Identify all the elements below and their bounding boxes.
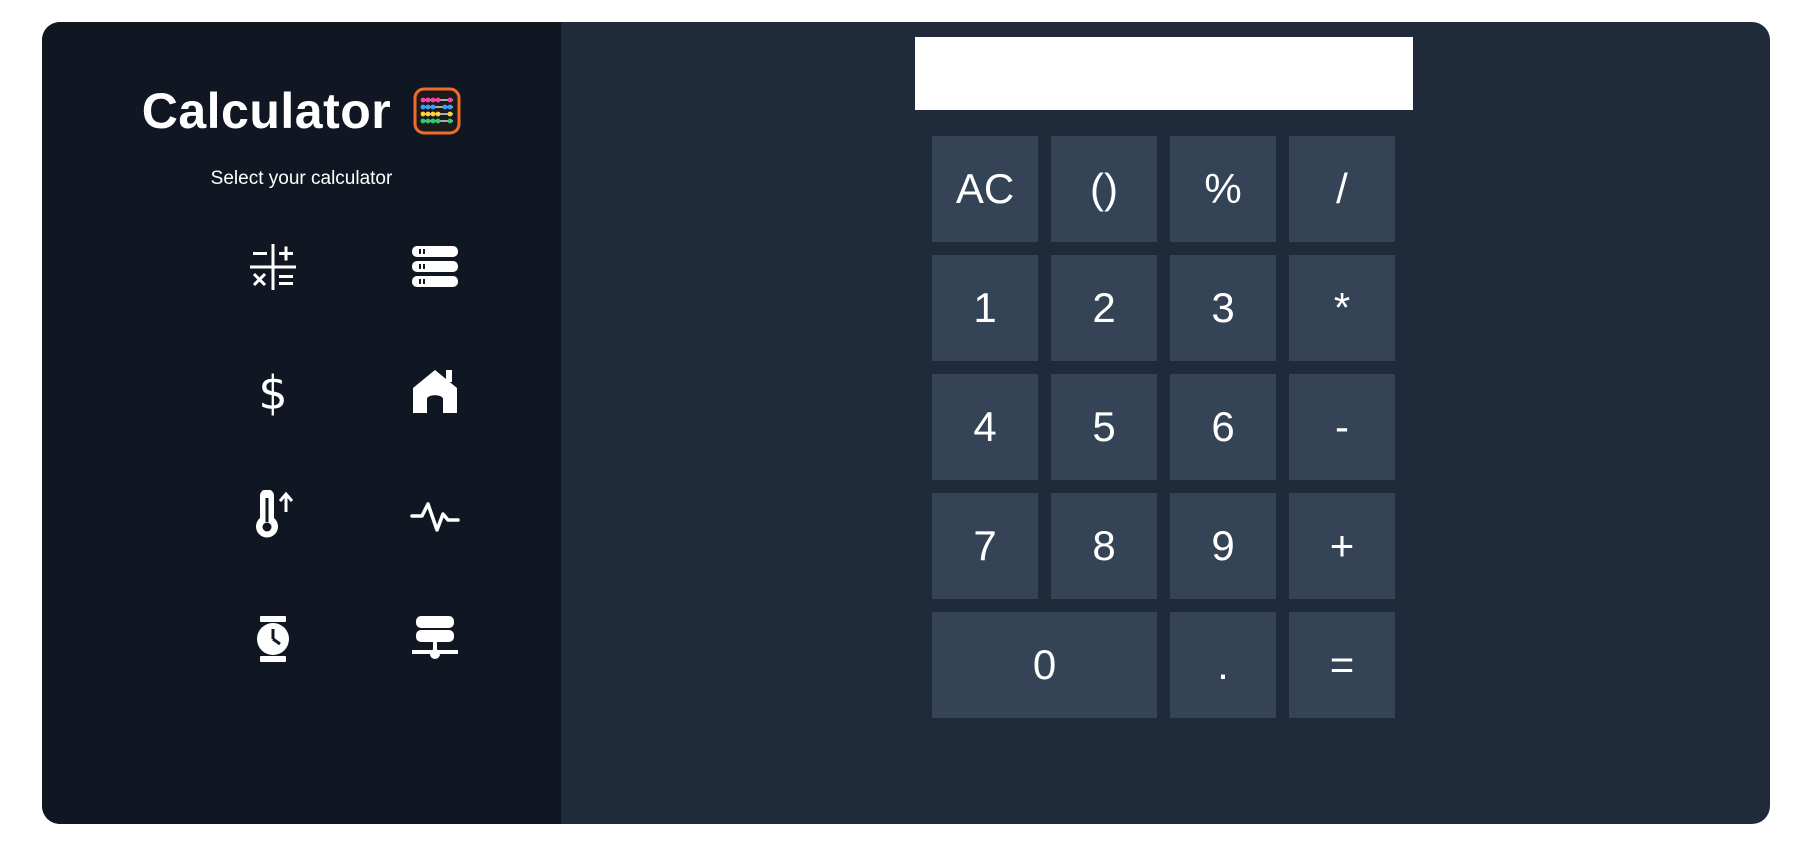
dollar-icon: $ xyxy=(258,366,287,416)
key-4[interactable]: 4 xyxy=(932,374,1038,480)
pulse-icon xyxy=(410,502,460,532)
home-icon xyxy=(413,370,457,413)
key-decimal[interactable]: . xyxy=(1170,612,1276,718)
key-percent[interactable]: % xyxy=(1170,136,1276,242)
network-icon xyxy=(412,616,458,659)
key-parentheses[interactable]: () xyxy=(1051,136,1157,242)
calculator-option-basic[interactable] xyxy=(192,242,354,366)
stack-icon xyxy=(412,246,458,287)
title-row: Calculator xyxy=(42,86,561,136)
thermometer-up-icon xyxy=(256,490,294,538)
subtitle: Select your calculator xyxy=(210,168,393,189)
calculator-option-mortgage[interactable] xyxy=(354,366,516,490)
key-subtract[interactable]: - xyxy=(1289,374,1395,480)
calculator-option-stack[interactable] xyxy=(354,242,516,366)
sidebar: Calculator Select your calculator $ xyxy=(42,22,561,824)
keypad: AC () % / 1 2 3 * 4 5 6 - 7 8 9 + 0 . = xyxy=(932,136,1395,718)
arithmetic-icon xyxy=(250,244,296,290)
key-3[interactable]: 3 xyxy=(1170,255,1276,361)
calculator-display[interactable] xyxy=(915,37,1413,110)
key-equals[interactable]: = xyxy=(1289,612,1395,718)
calculator-panel: AC () % / 1 2 3 * 4 5 6 - 7 8 9 + 0 . = xyxy=(561,22,1770,824)
abacus-icon xyxy=(413,87,461,135)
calculator-app: Calculator Select your calculator $ AC (… xyxy=(42,22,1770,824)
calculator-option-currency[interactable]: $ xyxy=(192,366,354,490)
calculator-selector: $ xyxy=(192,242,516,738)
key-all-clear[interactable]: AC xyxy=(932,136,1038,242)
svg-text:$: $ xyxy=(258,366,287,416)
app-title: Calculator xyxy=(141,83,392,139)
key-multiply[interactable]: * xyxy=(1289,255,1395,361)
calculator-option-time[interactable] xyxy=(192,614,354,738)
key-6[interactable]: 6 xyxy=(1170,374,1276,480)
key-divide[interactable]: / xyxy=(1289,136,1395,242)
key-5[interactable]: 5 xyxy=(1051,374,1157,480)
calculator-option-temperature[interactable] xyxy=(192,490,354,614)
calculator-option-network[interactable] xyxy=(354,614,516,738)
key-7[interactable]: 7 xyxy=(932,493,1038,599)
key-1[interactable]: 1 xyxy=(932,255,1038,361)
stopwatch-icon xyxy=(257,616,289,662)
key-0[interactable]: 0 xyxy=(932,612,1157,718)
key-add[interactable]: + xyxy=(1289,493,1395,599)
key-2[interactable]: 2 xyxy=(1051,255,1157,361)
key-8[interactable]: 8 xyxy=(1051,493,1157,599)
key-9[interactable]: 9 xyxy=(1170,493,1276,599)
calculator-option-health[interactable] xyxy=(354,490,516,614)
